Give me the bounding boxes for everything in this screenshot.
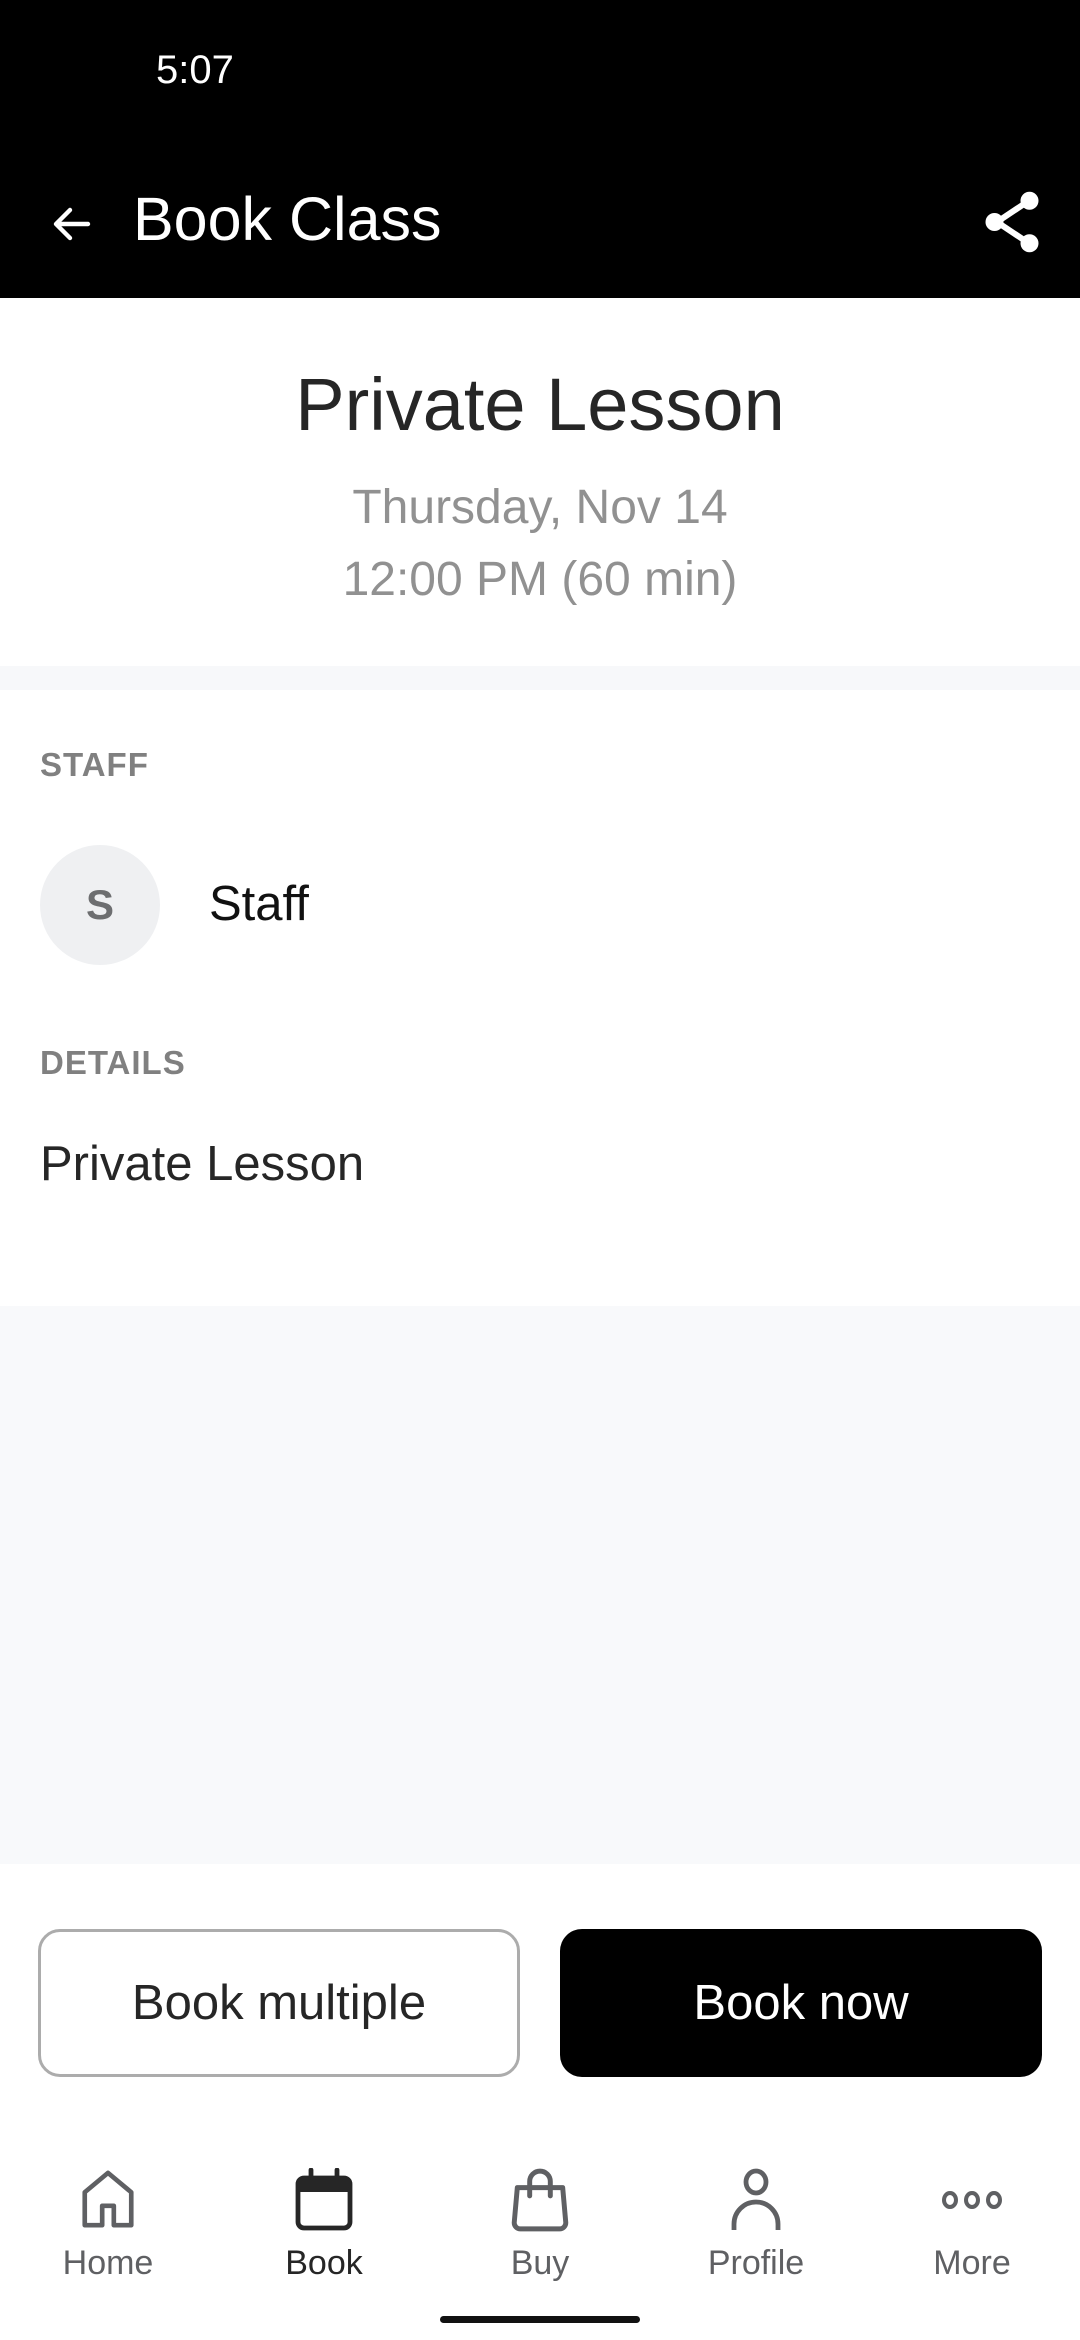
status-time: 5:07 bbox=[156, 48, 234, 92]
app-bar: Book Class bbox=[0, 140, 1080, 298]
more-dots-icon bbox=[936, 2164, 1008, 2236]
nav-item-home[interactable]: Home bbox=[0, 2164, 216, 2294]
booking-actions: Book multiple Book now bbox=[0, 1864, 1080, 2114]
page-title: Book Class bbox=[133, 185, 442, 253]
share-button[interactable] bbox=[976, 186, 1048, 258]
nav-item-buy[interactable]: Buy bbox=[432, 2164, 648, 2294]
status-bar: 5:07 bbox=[0, 0, 1080, 140]
book-now-button[interactable]: Book now bbox=[560, 1929, 1042, 2077]
class-time: 12:00 PM (60 min) bbox=[342, 553, 738, 606]
section-divider bbox=[0, 666, 1080, 690]
details-text: Private Lesson bbox=[40, 1137, 365, 1191]
class-info-section: STAFF S Staff DETAILS Private Lesson bbox=[0, 690, 1080, 1306]
nav-label-home: Home bbox=[62, 2244, 154, 2282]
shopping-bag-icon bbox=[504, 2164, 576, 2236]
details-section-label: DETAILS bbox=[40, 1044, 186, 1081]
bottom-navigation: Home Book Buy Profile More bbox=[0, 2114, 1080, 2340]
nav-item-book[interactable]: Book bbox=[216, 2164, 432, 2294]
nav-label-profile: Profile bbox=[707, 2244, 805, 2282]
nav-item-profile[interactable]: Profile bbox=[648, 2164, 864, 2294]
class-date: Thursday, Nov 14 bbox=[352, 481, 728, 534]
nav-label-buy: Buy bbox=[510, 2244, 570, 2282]
empty-area bbox=[0, 1306, 1080, 1864]
back-button[interactable] bbox=[40, 192, 104, 256]
share-icon bbox=[985, 191, 1039, 253]
home-icon bbox=[72, 2164, 144, 2236]
staff-name[interactable]: Staff bbox=[209, 876, 309, 932]
nav-label-book: Book bbox=[285, 2244, 363, 2282]
nav-item-more[interactable]: More bbox=[864, 2164, 1080, 2294]
person-icon bbox=[720, 2164, 792, 2236]
book-multiple-button[interactable]: Book multiple bbox=[38, 1929, 520, 2077]
home-indicator[interactable] bbox=[440, 2316, 640, 2323]
staff-avatar: S bbox=[40, 845, 160, 965]
nav-label-more: More bbox=[933, 2244, 1011, 2282]
class-header: Private Lesson Thursday, Nov 14 12:00 PM… bbox=[0, 298, 1080, 666]
arrow-left-icon bbox=[53, 207, 91, 241]
calendar-icon bbox=[288, 2164, 360, 2236]
staff-section-label: STAFF bbox=[40, 746, 149, 783]
class-name: Private Lesson bbox=[295, 363, 785, 446]
